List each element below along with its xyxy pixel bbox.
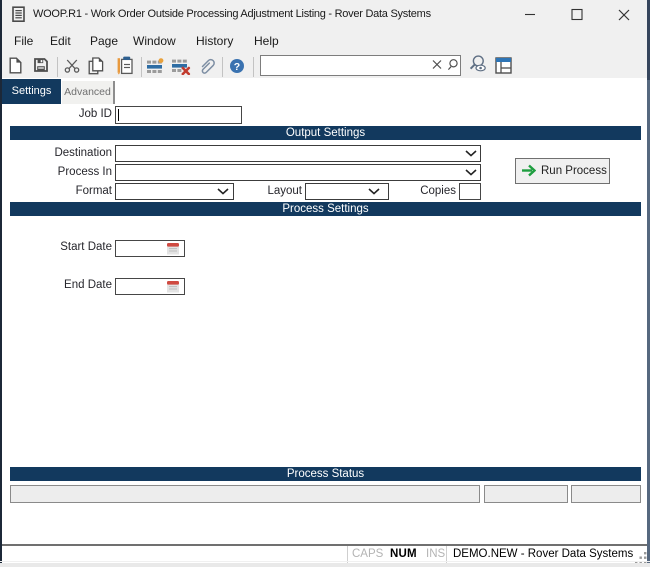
svg-text:?: ?	[234, 61, 240, 73]
